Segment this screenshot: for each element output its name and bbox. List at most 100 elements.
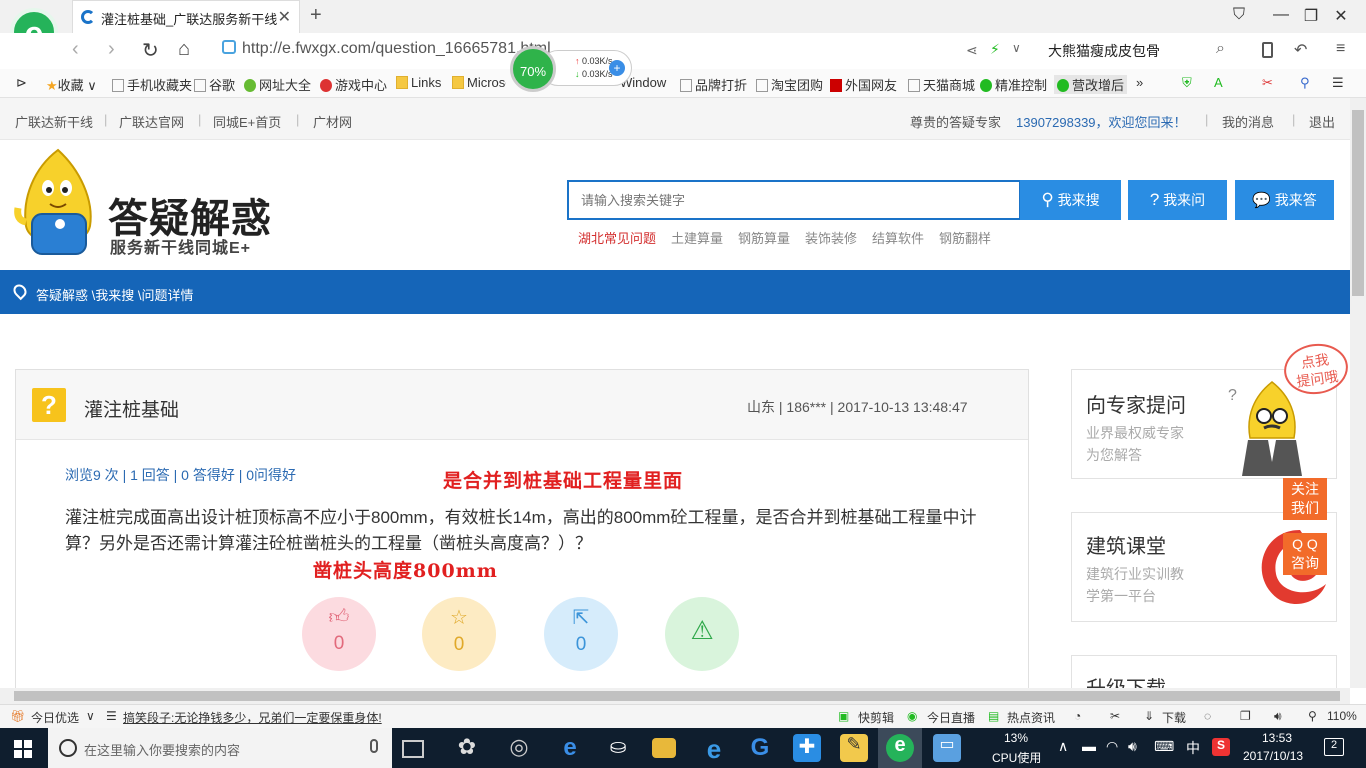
minimize-button[interactable]: —: [1266, 6, 1296, 24]
notes-icon[interactable]: ✎: [840, 734, 868, 762]
clock-time[interactable]: 13:53: [1262, 731, 1292, 745]
close-window-button[interactable]: ✕: [1326, 6, 1356, 26]
news-ticker-link[interactable]: 搞笑段子:无论挣钱多少，兄弟们一定要保重身体!: [123, 709, 382, 726]
top-link[interactable]: 同城E+首页: [213, 112, 281, 131]
search-input[interactable]: [569, 182, 1019, 218]
sidebar-toggle-icon[interactable]: ⊳: [16, 75, 27, 91]
phone-icon[interactable]: [1262, 42, 1273, 58]
status-item[interactable]: 热点资讯: [1007, 709, 1055, 726]
tools-icon[interactable]: ✂: [1110, 709, 1120, 723]
translate-icon[interactable]: A: [1214, 75, 1223, 90]
favorite-button[interactable]: ☆ 0: [422, 597, 496, 671]
logout-link[interactable]: 退出: [1309, 112, 1335, 131]
hot-link[interactable]: 结算软件: [872, 228, 924, 247]
app-plus-icon[interactable]: ✚: [793, 734, 821, 762]
search-icon[interactable]: ⌕: [1216, 40, 1225, 58]
wifi-icon[interactable]: ◠: [1106, 738, 1118, 755]
network-icon[interactable]: ▬: [1082, 738, 1096, 754]
ime-indicator[interactable]: 中: [1186, 738, 1200, 758]
hot-link[interactable]: 钢筋翻样: [939, 228, 991, 247]
app-swirl-icon[interactable]: ◎: [505, 734, 533, 762]
bookmark-item[interactable]: 品牌打折: [680, 75, 747, 94]
qq-consult-tab[interactable]: Q Q 咨询: [1283, 533, 1327, 575]
bookmark-item[interactable]: 手机收藏夹: [112, 75, 192, 94]
chevron-down-icon[interactable]: ∨: [86, 709, 95, 723]
windows-start-icon[interactable]: [14, 740, 32, 758]
hot-link[interactable]: 钢筋算量: [738, 228, 790, 247]
status-item[interactable]: 快剪辑: [858, 709, 894, 726]
hot-link[interactable]: 湖北常见问题: [578, 228, 656, 247]
status-item[interactable]: 今日直播: [927, 709, 975, 726]
bookmark-item[interactable]: Links: [396, 75, 441, 90]
daily-picks[interactable]: 今日优选: [31, 709, 79, 726]
browser-tab[interactable]: 灌注桩基础_广联达服务新干线 ✕: [72, 0, 300, 33]
sogou-icon[interactable]: S: [1212, 738, 1230, 756]
share-button[interactable]: ⇱ 0: [544, 597, 618, 671]
scissors-icon[interactable]: ✂: [1262, 75, 1273, 91]
task-view-icon[interactable]: [402, 740, 424, 758]
horizontal-scroll-thumb[interactable]: [14, 691, 1340, 701]
top-link[interactable]: 广联达官网: [119, 112, 184, 131]
window-icon[interactable]: ❐: [1240, 709, 1251, 723]
bookmark-favorites[interactable]: ★收藏 ∨: [46, 75, 97, 94]
hot-link[interactable]: 装饰装修: [805, 228, 857, 247]
answer-button[interactable]: 💬 我来答: [1235, 180, 1334, 220]
url-input[interactable]: http://e.fwxgx.com/question_16665781.htm…: [222, 40, 551, 62]
ask-me-bubble[interactable]: 点我 提问哦: [1280, 339, 1352, 399]
bookmark-item[interactable]: Microsoft Store: [452, 75, 506, 90]
bookmark-item[interactable]: 营改增后: [1054, 75, 1128, 94]
ie-browser-icon[interactable]: e: [700, 734, 728, 764]
like-button[interactable]: 👍︎ 0: [302, 597, 376, 671]
volume-icon[interactable]: 🔊︎: [1274, 709, 1282, 724]
bookmark-item[interactable]: 游戏中心: [320, 75, 387, 94]
shield-icon[interactable]: ⛨: [1182, 75, 1192, 91]
breadcrumb[interactable]: 答疑解惑 \我来搜 \问题详情: [36, 285, 193, 304]
menu-icon[interactable]: ≡: [1336, 40, 1345, 58]
edge-browser-icon[interactable]: e: [556, 734, 584, 762]
bookmark-item[interactable]: 天猫商城: [908, 75, 975, 94]
close-tab-icon[interactable]: ✕: [278, 7, 291, 27]
bookmark-item[interactable]: 谷歌: [194, 75, 235, 94]
hot-link[interactable]: 土建算量: [671, 228, 723, 247]
microphone-icon[interactable]: [370, 739, 378, 753]
maximize-button[interactable]: ❐: [1296, 6, 1326, 26]
remote-desktop-icon[interactable]: ▭: [933, 734, 961, 762]
action-center-icon[interactable]: 2: [1324, 738, 1344, 756]
volume-icon[interactable]: 🔊︎: [1128, 738, 1137, 755]
search-button[interactable]: ⚲ 我来搜: [1020, 180, 1121, 220]
more-bookmarks-icon[interactable]: »: [1136, 75, 1143, 90]
ask-button[interactable]: ? 我来问: [1128, 180, 1227, 220]
undo-icon[interactable]: ↶: [1294, 40, 1307, 60]
new-tab-button[interactable]: +: [310, 4, 322, 27]
home-icon[interactable]: ⌂: [178, 38, 190, 61]
360-browser-icon[interactable]: e: [886, 734, 914, 762]
messages-link[interactable]: 我的消息: [1222, 112, 1274, 131]
bookmark-item[interactable]: 精准控制: [980, 75, 1047, 94]
bookmark-item[interactable]: 网址大全: [244, 75, 311, 94]
zoom-level[interactable]: 110%: [1327, 709, 1357, 723]
file-explorer-icon[interactable]: [652, 738, 676, 758]
glodon-icon[interactable]: G: [746, 734, 774, 762]
lightning-icon[interactable]: ⚡: [990, 41, 1000, 58]
back-icon[interactable]: ‹: [72, 38, 79, 61]
share-icon[interactable]: ⋖: [966, 42, 978, 59]
speed-ball[interactable]: 70%: [510, 46, 556, 92]
follow-us-tab[interactable]: 关注 我们: [1283, 478, 1327, 520]
report-button[interactable]: ⚠: [665, 597, 739, 671]
show-hidden-icons[interactable]: ∧: [1058, 738, 1068, 755]
top-link[interactable]: 广材网: [313, 112, 352, 131]
app-pinwheel-icon[interactable]: ✿: [453, 734, 481, 762]
keyboard-icon[interactable]: ⌨: [1154, 738, 1174, 755]
store-icon[interactable]: ⛀: [604, 734, 632, 762]
vertical-scroll-thumb[interactable]: [1352, 110, 1364, 296]
user-welcome-link[interactable]: 13907298339，欢迎您回来！: [1016, 112, 1187, 131]
speedup-icon[interactable]: +: [609, 60, 625, 76]
bookmark-item[interactable]: 淘宝团购: [756, 75, 823, 94]
top-link[interactable]: 广联达新干线: [15, 112, 93, 131]
status-item[interactable]: 下载: [1162, 709, 1186, 726]
speedometer-icon[interactable]: ◔: [1074, 709, 1081, 723]
chevron-down-icon[interactable]: ∨: [1012, 41, 1021, 55]
refresh-icon[interactable]: ↻: [142, 38, 159, 63]
forward-icon[interactable]: ›: [108, 38, 115, 61]
taskbar-search[interactable]: 在这里输入你要搜索的内容: [48, 728, 392, 768]
